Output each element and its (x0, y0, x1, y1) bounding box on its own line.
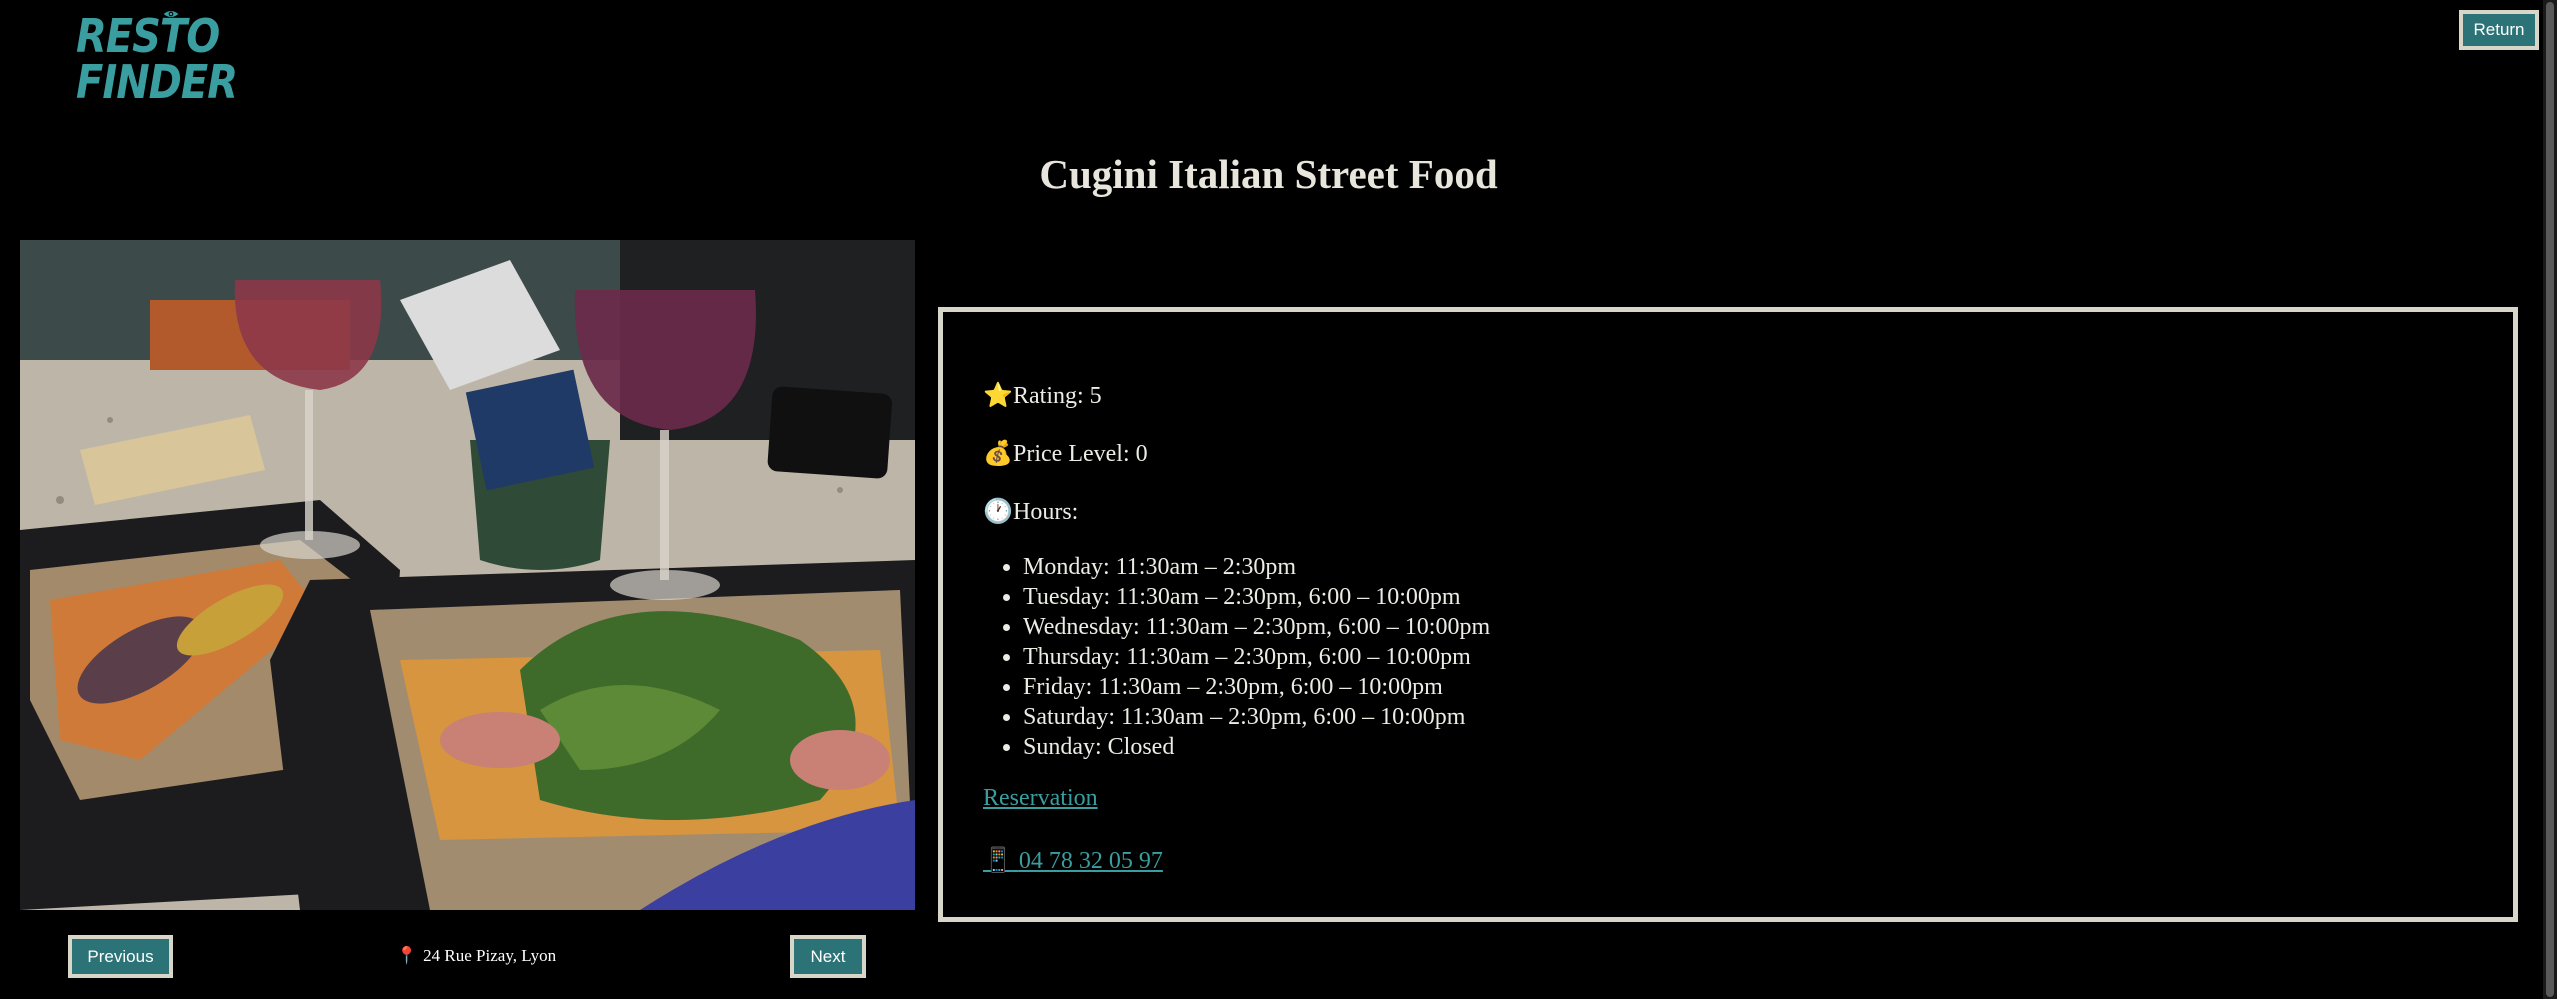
hours-heading: Hours: (1013, 499, 1079, 525)
reservation-row: Reservation (983, 784, 2513, 813)
hours-item: Tuesday: 11:30am – 2:30pm, 6:00 – 10:00p… (1023, 582, 2513, 612)
phone-row: 📱 04 78 32 05 97 (983, 847, 2513, 876)
resto-finder-logo[interactable]: RESTO FINDER (76, 10, 266, 106)
price-row: 💰Price Level: 0 (983, 440, 2513, 469)
restaurant-photo (20, 240, 915, 910)
hours-item: Friday: 11:30am – 2:30pm, 6:00 – 10:00pm (1023, 672, 2513, 702)
restaurant-name: Cugini Italian Street Food (1039, 151, 1498, 197)
previous-photo-button[interactable]: Previous (68, 935, 173, 978)
page-scrollbar[interactable] (2543, 0, 2557, 999)
address-text: 24 Rue Pizay, Lyon (423, 946, 557, 965)
next-photo-button[interactable]: Next (790, 935, 866, 978)
hours-item: Thursday: 11:30am – 2:30pm, 6:00 – 10:00… (1023, 642, 2513, 672)
logo-wordmark: RESTO FINDER (76, 10, 238, 110)
hours-item: Monday: 11:30am – 2:30pm (1023, 552, 2513, 582)
phone-link[interactable]: 📱 04 78 32 05 97 (983, 848, 1163, 874)
rating-row: ⭐Rating: 5 (983, 382, 2513, 411)
star-icon: ⭐ (983, 383, 1013, 409)
return-button[interactable]: Return (2459, 10, 2539, 50)
price-text: Price Level: 0 (1013, 441, 1148, 467)
rating-text: Rating: 5 (1013, 383, 1102, 409)
page: RESTO FINDER Return Cugini Italian Stree… (0, 0, 2557, 999)
hours-item: Sunday: Closed (1023, 732, 2513, 762)
restaurant-info-panel: ⭐Rating: 5 💰Price Level: 0 🕐Hours: Monda… (938, 307, 2518, 922)
phone-number: 04 78 32 05 97 (1018, 848, 1163, 874)
restaurant-address: 📍 24 Rue Pizay, Lyon (396, 946, 556, 966)
hours-row: 🕐Hours: (983, 498, 2513, 527)
hours-item: Wednesday: 11:30am – 2:30pm, 6:00 – 10:0… (1023, 612, 2513, 642)
clock-icon: 🕐 (983, 499, 1013, 525)
pin-icon: 📍 (396, 946, 418, 965)
hours-list: Monday: 11:30am – 2:30pm Tuesday: 11:30a… (1023, 552, 2513, 762)
reservation-link[interactable]: Reservation (983, 785, 1098, 811)
scrollbar-thumb[interactable] (2546, 2, 2554, 997)
money-bag-icon: 💰 (983, 441, 1013, 467)
hours-item: Saturday: 11:30am – 2:30pm, 6:00 – 10:00… (1023, 702, 2513, 732)
phone-icon: 📱 (983, 848, 1013, 874)
